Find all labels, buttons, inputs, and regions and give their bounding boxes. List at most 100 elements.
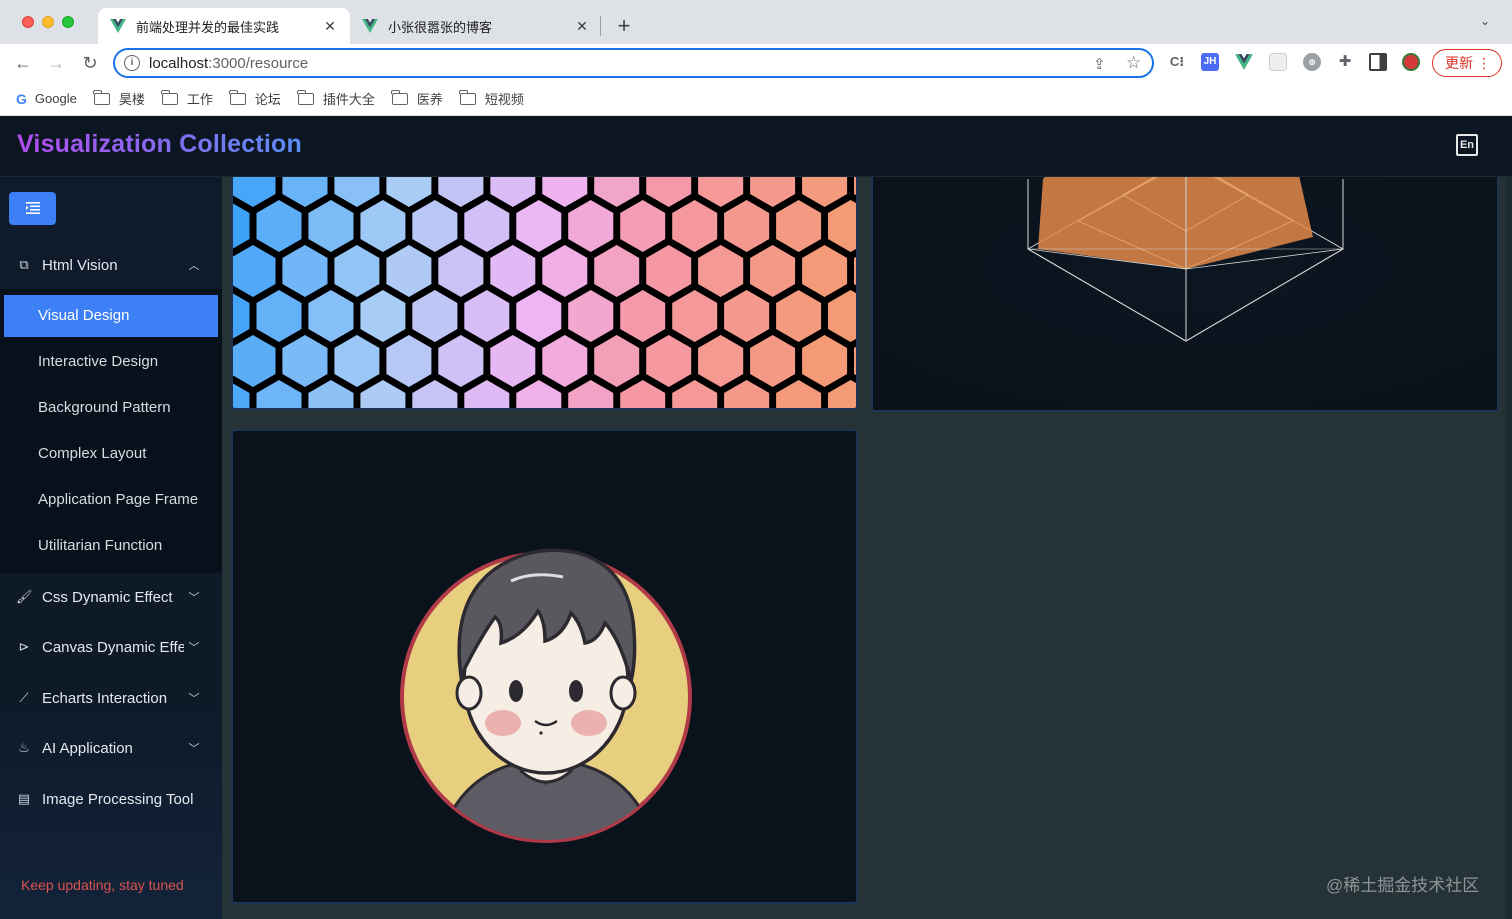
- sidebar-footer-note: Keep updating, stay tuned: [21, 877, 184, 893]
- hexagon-pattern-card[interactable]: [231, 177, 858, 410]
- site-info-icon[interactable]: i: [124, 55, 140, 71]
- line-chart-icon: ⟋: [19, 690, 29, 705]
- bookmark-label: 短视频: [484, 92, 524, 107]
- menu-item-visual-design[interactable]: Visual Design: [4, 295, 218, 337]
- back-arrow-icon[interactable]: ←: [12, 52, 34, 74]
- chevron-down-icon: ﹀: [188, 642, 200, 654]
- submenu-html-vision: Visual Design Interactive Design Backgro…: [0, 289, 222, 573]
- minimize-window-button[interactable]: [42, 16, 54, 28]
- menu-group-label: Image Processing Tool: [42, 790, 194, 808]
- tab-title: 前端处理并发的最佳实践: [136, 19, 280, 35]
- menu-item-image-processing-tool[interactable]: ▤ Image Processing Tool: [0, 774, 222, 824]
- bookmark-label: 工作: [186, 92, 213, 107]
- menu-item-utilitarian-function[interactable]: Utilitarian Function: [4, 525, 218, 567]
- bookmark-folder[interactable]: 工作: [161, 89, 213, 108]
- bookmark-folder[interactable]: 昊楼: [93, 89, 145, 108]
- sidebar: ⧉ Html Vision ︿ Visual Design Interactiv…: [0, 177, 222, 919]
- bookmark-label: 昊楼: [118, 92, 145, 107]
- reload-icon[interactable]: ↻: [79, 52, 101, 74]
- url-host: localhost: [149, 55, 209, 72]
- play-circle-icon: ⊳: [18, 639, 30, 654]
- folder-icon: [229, 89, 246, 105]
- app-title: Visualization Collection: [17, 130, 302, 158]
- browser-toolbar: ← → ↻ i localhost:3000/resource ⇪ ☆ C⁝ J…: [0, 44, 1512, 82]
- hexagon-grid-graphic: [233, 177, 856, 408]
- folder-icon: [391, 89, 408, 105]
- app-root: Visualization Collection En ⧉ Html Visio…: [0, 117, 1512, 919]
- vue-logo-icon: [110, 19, 126, 33]
- menu-group-html-vision[interactable]: ⧉ Html Vision ︿: [0, 240, 222, 290]
- menu-item-complex-layout[interactable]: Complex Layout: [4, 433, 218, 475]
- browser-window: 前端处理并发的最佳实践 ✕ 小张很嚣张的博客 ✕ + ⌄ ← → ↻ i loc…: [0, 0, 1512, 919]
- brush-icon: 🖌: [16, 589, 33, 604]
- chevron-up-icon: ︿: [188, 260, 200, 272]
- radar-3d-card[interactable]: [871, 177, 1499, 412]
- menu-group-label: Echarts Interaction: [42, 689, 168, 707]
- chevron-down-icon: ﹀: [188, 693, 200, 705]
- folder-icon: [297, 89, 314, 105]
- extension-c-icon[interactable]: C⁝: [1168, 53, 1186, 71]
- bookmark-google[interactable]: G Google: [16, 91, 77, 107]
- update-label: 更新: [1445, 55, 1473, 71]
- menu-group-label: Canvas Dynamic Effe: [42, 638, 184, 656]
- main-content: @稀土掘金技术社区: [222, 177, 1512, 919]
- flame-icon: ♨: [18, 740, 30, 755]
- document-icon: ▤: [17, 791, 31, 806]
- bookmark-label: 论坛: [254, 92, 281, 107]
- browser-tab-active[interactable]: 前端处理并发的最佳实践 ✕: [98, 8, 350, 44]
- close-window-button[interactable]: [22, 16, 34, 28]
- new-tab-button[interactable]: +: [612, 12, 636, 40]
- collapse-menu-button[interactable]: [9, 192, 56, 225]
- vue-devtools-icon[interactable]: [1235, 53, 1253, 71]
- layout-icon: ⧉: [19, 257, 29, 272]
- menu-group-echarts-interaction[interactable]: ⟋ Echarts Interaction ﹀: [0, 673, 222, 723]
- side-panel-icon[interactable]: [1369, 53, 1387, 71]
- address-bar[interactable]: i localhost:3000/resource ⇪ ☆: [113, 48, 1154, 78]
- extension-jh-icon[interactable]: JH: [1201, 53, 1219, 71]
- tab-title: 小张很嚣张的博客: [388, 19, 493, 35]
- google-g-icon: G: [16, 90, 27, 107]
- bookmark-folder[interactable]: 插件大全: [297, 89, 375, 108]
- close-tab-icon[interactable]: ✕: [574, 18, 590, 35]
- bookmark-star-icon[interactable]: ☆: [1126, 53, 1141, 73]
- extension-globe-icon[interactable]: ⊕: [1303, 53, 1321, 71]
- more-vert-icon: ⋮: [1477, 55, 1491, 71]
- menu-group-css-dynamic-effect[interactable]: 🖌 Css Dynamic Effect ﹀: [0, 572, 222, 622]
- chevron-down-icon: ﹀: [188, 592, 200, 604]
- menu-item-interactive-design[interactable]: Interactive Design: [4, 341, 218, 383]
- avatar-card[interactable]: [231, 429, 858, 904]
- menu-group-canvas-dynamic-effect[interactable]: ⊳ Canvas Dynamic Effe ﹀: [0, 622, 222, 672]
- bookmark-folder[interactable]: 论坛: [229, 89, 281, 108]
- radar-graphic: [873, 177, 1497, 410]
- folder-icon: [93, 89, 110, 105]
- menu-group-label: Html Vision: [42, 256, 118, 274]
- bookmark-label: Google: [34, 91, 77, 106]
- forward-arrow-icon[interactable]: →: [45, 52, 67, 74]
- menu-group-ai-application[interactable]: ♨ AI Application ﹀: [0, 723, 222, 773]
- language-switch-icon[interactable]: En: [1456, 134, 1478, 156]
- bookmark-folder[interactable]: 短视频: [459, 89, 524, 108]
- browser-tab-inactive[interactable]: 小张很嚣张的博客 ✕: [350, 8, 602, 44]
- chevron-down-icon: ﹀: [188, 743, 200, 755]
- menu-item-application-page-frame[interactable]: Application Page Frame: [4, 479, 218, 521]
- folder-icon: [459, 89, 476, 105]
- app-header: Visualization Collection En: [0, 117, 1512, 177]
- folder-icon: [161, 89, 178, 105]
- profile-avatar[interactable]: [1402, 53, 1420, 71]
- watermark: @稀土掘金技术社区: [1326, 876, 1480, 895]
- tab-search-chevron-icon[interactable]: ⌄: [1480, 14, 1490, 28]
- menu-item-background-pattern[interactable]: Background Pattern: [4, 387, 218, 429]
- extensions-puzzle-icon[interactable]: ✚: [1336, 53, 1354, 71]
- content-scrollbar[interactable]: [1506, 177, 1512, 919]
- menu-group-label: Css Dynamic Effect: [42, 588, 173, 606]
- tab-strip: 前端处理并发的最佳实践 ✕ 小张很嚣张的博客 ✕ + ⌄: [0, 0, 1512, 44]
- extension-grid-icon[interactable]: [1269, 53, 1287, 71]
- maximize-window-button[interactable]: [62, 16, 74, 28]
- cartoon-avatar-graphic: [400, 548, 692, 843]
- update-button[interactable]: 更新 ⋮: [1432, 49, 1502, 77]
- url-path: :3000/resource: [208, 55, 309, 72]
- bookmark-folder[interactable]: 医养: [391, 89, 443, 108]
- share-icon[interactable]: ⇪: [1093, 55, 1106, 73]
- menu-group-label: AI Application: [42, 739, 133, 757]
- close-tab-icon[interactable]: ✕: [322, 18, 338, 35]
